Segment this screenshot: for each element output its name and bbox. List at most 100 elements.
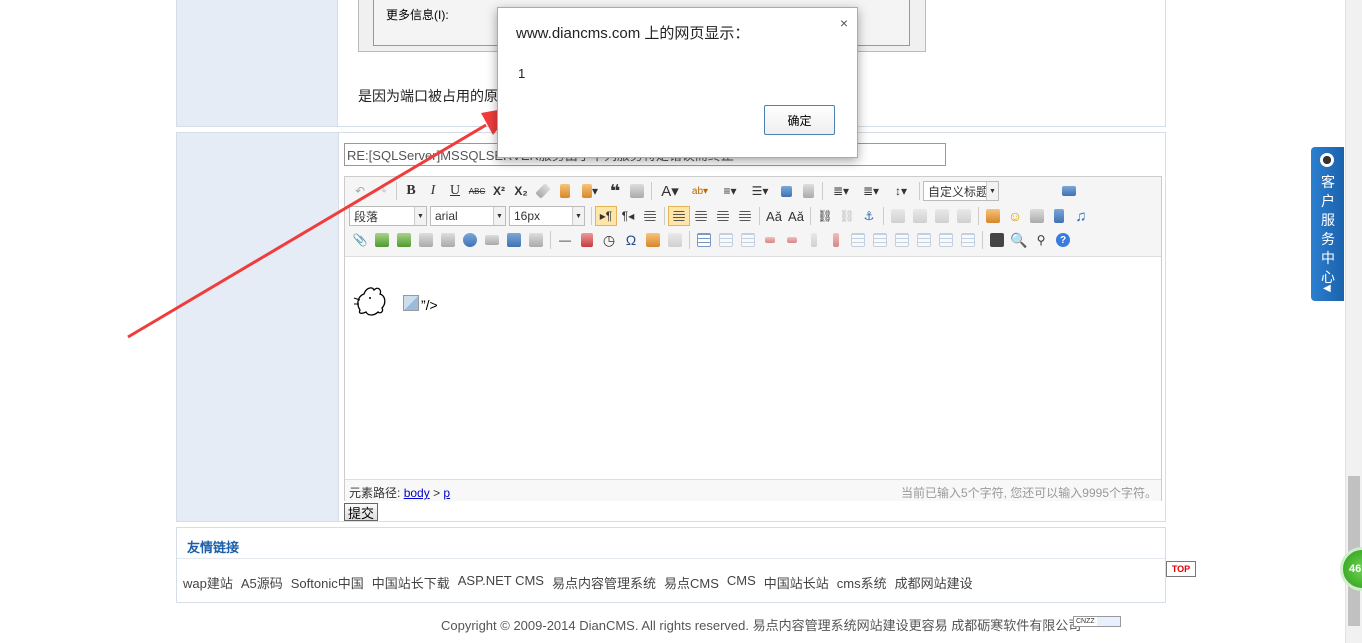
undo-icon[interactable]: ↶ [349,181,371,201]
italic-icon[interactable]: I [422,181,444,201]
friend-link[interactable]: Softonic中国 [291,573,364,592]
align-center-icon[interactable] [690,206,712,226]
search-replace-icon[interactable]: ⚲ [1030,230,1052,250]
ordered-list-icon[interactable]: ≡▾ [715,181,745,201]
font-family-select[interactable]: arial ▼ [430,206,506,226]
link-icon[interactable]: ⛓ [814,206,836,226]
simple-upload-icon[interactable] [982,206,1004,226]
cnzz-badge[interactable]: CNZZ [1073,616,1121,627]
attachment-icon[interactable]: 📎 [349,230,371,250]
friend-link[interactable]: 易点CMS [664,573,719,592]
back-to-top-button[interactable]: TOP [1166,561,1196,577]
special-char-icon[interactable]: Ω [620,230,642,250]
image-right-icon[interactable] [931,206,953,226]
rtl-icon[interactable]: ¶◂ [617,206,639,226]
template-icon[interactable] [503,230,525,250]
submit-button[interactable]: 提交 [344,503,378,521]
customer-service-tab[interactable]: 客户服务中心 ◀ [1311,147,1344,301]
map-icon[interactable] [459,230,481,250]
line-height-icon[interactable]: ↕▾ [886,181,916,201]
lowercase-icon[interactable]: Aǎ [785,206,807,226]
eraser-icon[interactable] [532,181,554,201]
custom-heading-select[interactable]: 自定义标题 ▼ [923,181,999,201]
superscript-icon[interactable]: X² [488,181,510,201]
unlink-icon[interactable]: ⛓ [836,206,858,226]
highlight-icon[interactable]: ab▾ [685,181,715,201]
insert-row-icon[interactable] [759,230,781,250]
anchor-icon[interactable]: ⚓ [858,206,880,226]
friend-link[interactable]: ASP.NET CMS [458,573,544,592]
subscript-icon[interactable]: X₂ [510,181,532,201]
video-icon[interactable] [1048,206,1070,226]
friend-link[interactable]: A5源码 [241,573,283,592]
snapscreen-icon[interactable] [664,230,686,250]
delete-table-icon[interactable] [715,230,737,250]
unordered-list-icon[interactable]: ☰▾ [745,181,775,201]
align-justify-icon[interactable] [734,206,756,226]
horizontal-rule-icon[interactable]: — [554,230,576,250]
row-spacing-bottom-icon[interactable]: ≣▾ [856,181,886,201]
speed-badge[interactable]: 46 [1340,547,1362,591]
friend-link[interactable]: 成都网站建设 [895,573,973,592]
friend-link[interactable]: 中国站长下载 [372,573,450,592]
ok-button[interactable]: 确定 [764,105,835,135]
friend-link[interactable]: cms系统 [837,573,887,592]
image-center-icon[interactable] [953,206,975,226]
friend-link[interactable]: 中国站长站 [764,573,829,592]
indent-icon[interactable] [639,206,661,226]
split-cells-icon[interactable] [913,230,935,250]
path-link-p[interactable]: p [443,486,450,500]
insert-col-icon[interactable] [803,230,825,250]
insert-image-icon[interactable] [371,230,393,250]
insert-table-icon[interactable] [693,230,715,250]
help-icon[interactable]: ? [1052,230,1074,250]
insert-frame-icon[interactable] [415,230,437,250]
preview-icon[interactable]: 🔍 [1008,230,1030,250]
row-spacing-top-icon[interactable]: ≣▾ [826,181,856,201]
code-icon[interactable] [437,230,459,250]
close-icon[interactable]: × [840,15,848,31]
ltr-icon[interactable]: ▸¶ [595,206,617,226]
merge-down-icon[interactable] [891,230,913,250]
split-rows-icon[interactable] [935,230,957,250]
time-icon[interactable]: ◷ [598,230,620,250]
multi-image-icon[interactable] [393,230,415,250]
clear-doc-icon[interactable] [797,181,819,201]
split-cols-icon[interactable] [957,230,979,250]
background-icon[interactable] [525,230,547,250]
friend-link[interactable]: wap建站 [183,573,233,592]
delete-col-icon[interactable] [825,230,847,250]
friend-link[interactable]: CMS [727,573,756,592]
format-painter-icon[interactable] [554,181,576,201]
date-icon[interactable] [576,230,598,250]
select-all-icon[interactable] [775,181,797,201]
bold-icon[interactable]: B [400,181,422,201]
image-none-icon[interactable] [887,206,909,226]
scrawl-icon[interactable] [1026,206,1048,226]
insert-paragraph-before-table-icon[interactable] [737,230,759,250]
merge-cells-icon[interactable] [847,230,869,250]
paste-text-icon[interactable] [626,181,648,201]
font-size-select[interactable]: 16px ▼ [509,206,585,226]
friend-link[interactable]: 易点内容管理系统 [552,573,656,592]
align-right-icon[interactable] [712,206,734,226]
music-icon[interactable]: ♫ [1070,206,1092,226]
merge-right-icon[interactable] [869,230,891,250]
fullscreen-icon[interactable] [1058,181,1080,201]
align-left-icon[interactable] [668,206,690,226]
strikethrough-icon[interactable]: ABC [466,181,488,201]
auto-format-icon[interactable]: ▾ [576,181,604,201]
blockquote-icon[interactable]: ❝ [604,181,626,201]
paragraph-select[interactable]: 段落 ▼ [349,206,427,226]
delete-row-icon[interactable] [781,230,803,250]
editor-content-area[interactable]: ”/> [345,258,1161,479]
font-color-icon[interactable]: A▾ [655,181,685,201]
emotion-icon[interactable]: ☺ [1004,206,1026,226]
redo-icon[interactable]: ↷ [371,181,393,201]
uppercase-icon[interactable]: Aǎ [763,206,785,226]
underline-icon[interactable]: U [444,181,466,201]
wordimage-icon[interactable] [642,230,664,250]
image-left-icon[interactable] [909,206,931,226]
print-icon[interactable] [986,230,1008,250]
pagebreak-icon[interactable] [481,230,503,250]
